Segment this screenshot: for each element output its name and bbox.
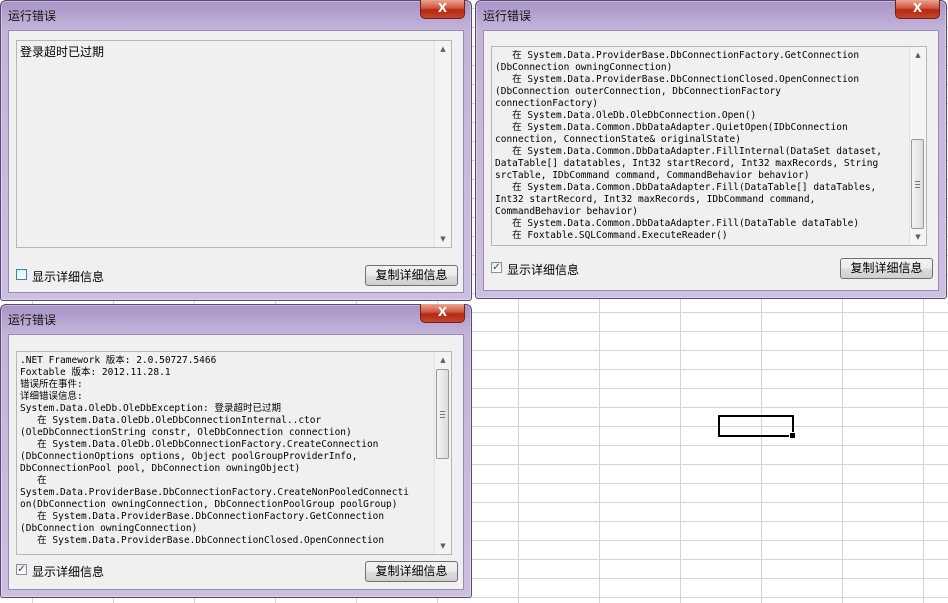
vertical-scrollbar[interactable]: ▲ ▼ (434, 41, 451, 247)
dialog-title: 运行错误 (8, 9, 57, 23)
scroll-up-icon[interactable]: ▲ (435, 41, 451, 57)
dialog-client: 在 System.Data.ProviderBase.DbConnectionF… (483, 30, 939, 291)
scrollbar-thumb[interactable] (911, 139, 924, 229)
scrollbar-thumb[interactable] (436, 369, 449, 459)
scroll-down-icon[interactable]: ▼ (435, 538, 451, 554)
error-dialog-stacktrace: 运行错误 X 在 System.Data.ProviderBase.DbConn… (475, 0, 947, 299)
error-stacktrace-text: 在 System.Data.ProviderBase.DbConnectionF… (495, 50, 882, 241)
close-button[interactable]: X (420, 304, 465, 323)
error-details-textbox[interactable]: .NET Framework 版本: 2.0.50727.5466 Foxtab… (16, 351, 452, 555)
close-button[interactable]: X (420, 0, 465, 19)
show-details-label: 显示详细信息 (32, 270, 105, 284)
error-details-textbox[interactable]: 在 System.Data.ProviderBase.DbConnectionF… (491, 46, 927, 246)
selected-cell[interactable] (718, 415, 796, 439)
grip-icon (915, 181, 920, 188)
checkmark-icon[interactable]: ✓ (491, 262, 502, 273)
checkmark-icon[interactable]: ✓ (16, 564, 27, 575)
title-bar[interactable]: 运行错误 X (476, 0, 946, 29)
dialog-client: 登录超时已过期 ▲ ▼ 显示详细信息 复制详细信息 (8, 30, 464, 293)
title-bar[interactable]: 运行错误 X (1, 0, 471, 29)
scroll-up-icon[interactable]: ▲ (910, 47, 926, 63)
error-full-text: .NET Framework 版本: 2.0.50727.5466 Foxtab… (20, 355, 409, 546)
copy-details-button[interactable]: 复制详细信息 (365, 265, 458, 286)
close-button[interactable]: X (895, 0, 940, 19)
error-dialog-full-details: 运行错误 X .NET Framework 版本: 2.0.50727.5466… (0, 304, 472, 598)
scroll-down-icon[interactable]: ▼ (910, 229, 926, 245)
vertical-scrollbar[interactable]: ▲ ▼ (434, 352, 451, 554)
scroll-down-icon[interactable]: ▼ (435, 231, 451, 247)
error-message-text: 登录超时已过期 (20, 45, 105, 59)
show-details-label: 显示详细信息 (32, 565, 105, 579)
dialog-client: .NET Framework 版本: 2.0.50727.5466 Foxtab… (8, 334, 464, 590)
grip-icon (440, 411, 445, 418)
dialog-title: 运行错误 (483, 9, 532, 23)
show-details-label: 显示详细信息 (507, 263, 580, 277)
dialog-title: 运行错误 (8, 313, 57, 327)
checkbox-box[interactable] (16, 269, 27, 280)
copy-details-button[interactable]: 复制详细信息 (840, 258, 933, 279)
copy-details-button[interactable]: 复制详细信息 (365, 561, 458, 582)
error-dialog-simple: 运行错误 X 登录超时已过期 ▲ ▼ 显示详细信息 复制详细信息 (0, 0, 472, 301)
scroll-up-icon[interactable]: ▲ (435, 352, 451, 368)
vertical-scrollbar[interactable]: ▲ ▼ (909, 47, 926, 245)
title-bar[interactable]: 运行错误 X (1, 304, 471, 333)
error-details-textbox[interactable]: 登录超时已过期 ▲ ▼ (16, 40, 452, 248)
fill-handle[interactable] (789, 432, 796, 439)
